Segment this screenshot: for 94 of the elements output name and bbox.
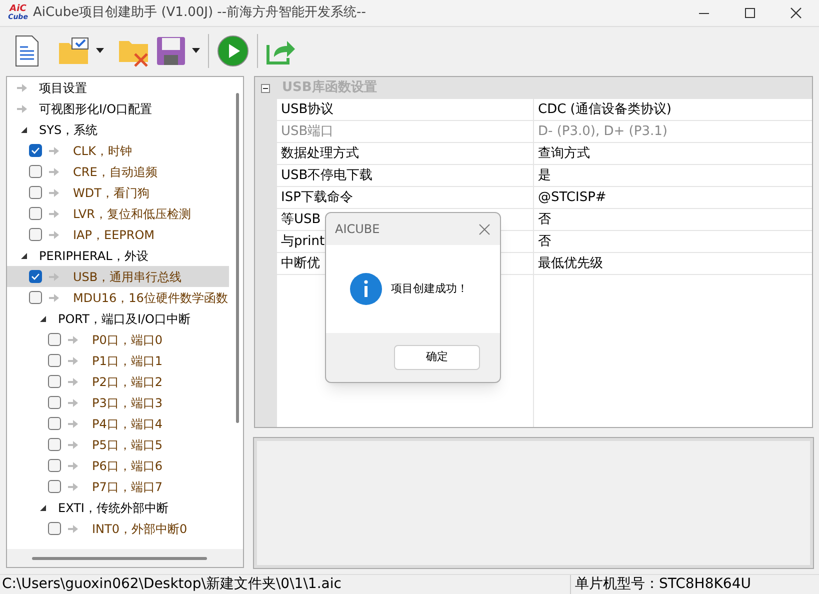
tree-item[interactable]: P7口，端口7 xyxy=(92,478,163,496)
save-icon[interactable] xyxy=(156,36,186,66)
arrow-icon xyxy=(49,168,59,176)
arrow-icon xyxy=(68,378,78,386)
tree-item[interactable]: 可视图形化I/O口配置 xyxy=(39,100,152,118)
category-title: USB库函数设置 xyxy=(282,78,377,98)
tree-group[interactable]: EXTI，传统外部中断 xyxy=(58,498,168,516)
window-title: AiCube项目创建助手 (V1.00J) --前海方舟智能开发系统-- xyxy=(33,4,366,22)
tree-item[interactable]: P6口，端口6 xyxy=(92,456,163,474)
property-name: 等USB xyxy=(281,210,321,229)
arrow-icon xyxy=(17,104,27,112)
arrow-icon xyxy=(68,356,78,364)
collapse-icon[interactable] xyxy=(261,84,270,92)
property-name: 中断优 xyxy=(281,254,320,273)
arrow-icon xyxy=(68,420,78,428)
arrow-icon xyxy=(68,440,78,448)
checkbox[interactable] xyxy=(29,291,42,304)
tree-item[interactable]: INT0，外部中断0 xyxy=(92,520,188,538)
tree-item[interactable]: LVR，复位和低压检测 xyxy=(73,204,191,222)
vertical-scrollbar[interactable] xyxy=(236,93,239,423)
tree-item[interactable]: CRE，自动追频 xyxy=(73,162,158,180)
arrow-icon xyxy=(17,84,27,92)
tree-group[interactable]: SYS，系统 xyxy=(39,120,98,138)
arrow-icon xyxy=(49,230,59,238)
new-document-icon[interactable] xyxy=(14,34,40,66)
arrow-icon xyxy=(49,272,59,280)
checkbox[interactable] xyxy=(48,417,61,430)
caret-icon[interactable] xyxy=(96,48,104,53)
checkbox[interactable] xyxy=(48,396,61,409)
tree-item[interactable]: P4口，端口4 xyxy=(92,414,163,432)
arrow-icon xyxy=(68,462,78,470)
tree-item[interactable]: IAP，EEPROM xyxy=(73,226,155,244)
checkbox[interactable] xyxy=(48,459,61,472)
tree-item[interactable]: CLK，时钟 xyxy=(73,142,132,160)
tree-group[interactable]: PORT，端口及I/O口中断 xyxy=(58,310,191,328)
property-name: 数据处理方式 xyxy=(281,144,359,163)
property-value[interactable]: 最低优先级 xyxy=(538,254,603,274)
property-value[interactable]: 否 xyxy=(538,232,551,252)
checkbox[interactable] xyxy=(48,522,61,535)
checkbox[interactable] xyxy=(48,438,61,451)
tree-item[interactable]: P1口，端口1 xyxy=(92,352,163,370)
checkbox[interactable] xyxy=(29,186,42,199)
property-name: USB端口 xyxy=(281,122,334,141)
checkbox[interactable] xyxy=(29,207,42,220)
checkbox[interactable] xyxy=(29,165,42,178)
ok-button[interactable]: 确定 xyxy=(394,345,480,370)
property-value[interactable]: CDC (通信设备类协议) xyxy=(538,100,672,120)
property-value[interactable]: 是 xyxy=(538,166,551,186)
tree-group[interactable]: PERIPHERAL，外设 xyxy=(39,246,148,264)
property-value[interactable]: 查询方式 xyxy=(538,144,590,164)
property-name: USB协议 xyxy=(281,100,334,119)
tree-item[interactable]: P2口，端口2 xyxy=(92,372,163,390)
property-name: USB不停电下载 xyxy=(281,166,373,185)
tree-item[interactable]: P3口，端口3 xyxy=(92,394,163,412)
arrow-icon xyxy=(68,336,78,344)
checkbox[interactable] xyxy=(48,375,61,388)
property-name: 与print xyxy=(281,232,325,251)
checkbox[interactable] xyxy=(29,144,42,157)
dialog-title: AICUBE xyxy=(335,221,380,238)
arrow-icon xyxy=(68,482,78,490)
horizontal-scrollbar[interactable] xyxy=(32,556,207,560)
checkbox[interactable] xyxy=(48,354,61,367)
checkbox[interactable] xyxy=(48,333,61,346)
arrow-icon xyxy=(49,188,59,196)
arrow-icon xyxy=(49,146,59,154)
checkbox[interactable] xyxy=(29,270,42,283)
expanded-icon[interactable] xyxy=(39,314,47,322)
caret-icon[interactable] xyxy=(192,48,200,53)
expanded-icon[interactable] xyxy=(20,126,28,134)
tree-item[interactable]: MDU16，16位硬件数学函数 xyxy=(73,288,228,306)
checkbox[interactable] xyxy=(48,480,61,493)
info-icon xyxy=(350,273,382,305)
selected-row[interactable]: USB，通用串行总线 xyxy=(7,266,229,287)
close-icon[interactable] xyxy=(479,224,490,234)
arrow-icon xyxy=(68,398,78,406)
expanded-icon[interactable] xyxy=(39,504,47,512)
property-value[interactable]: @STCISP# xyxy=(538,188,606,208)
tree-item[interactable]: 项目设置 xyxy=(39,78,87,96)
expanded-icon[interactable] xyxy=(20,252,28,260)
tree-item[interactable]: P5口，端口5 xyxy=(92,436,163,454)
folder-check-icon[interactable] xyxy=(58,36,90,64)
property-name: ISP下载命令 xyxy=(281,188,353,207)
arrow-icon xyxy=(68,524,78,532)
tree-item[interactable]: USB，通用串行总线 xyxy=(73,268,182,286)
dialog-message: 项目创建成功！ xyxy=(391,280,468,297)
tree-item[interactable]: P0口，端口0 xyxy=(92,330,163,348)
checkbox[interactable] xyxy=(29,228,42,241)
tree-item[interactable]: WDT，看门狗 xyxy=(73,184,150,202)
file-path: C:\Users\guoxin062\Desktop\新建文件夹\0\1\1.aic xyxy=(1,575,342,594)
arrow-icon xyxy=(49,294,59,302)
arrow-icon xyxy=(49,210,59,218)
play-icon[interactable] xyxy=(217,34,249,66)
property-value[interactable]: 否 xyxy=(538,210,551,230)
chip-model: 单片机型号：STC8H8K64U xyxy=(574,575,751,594)
